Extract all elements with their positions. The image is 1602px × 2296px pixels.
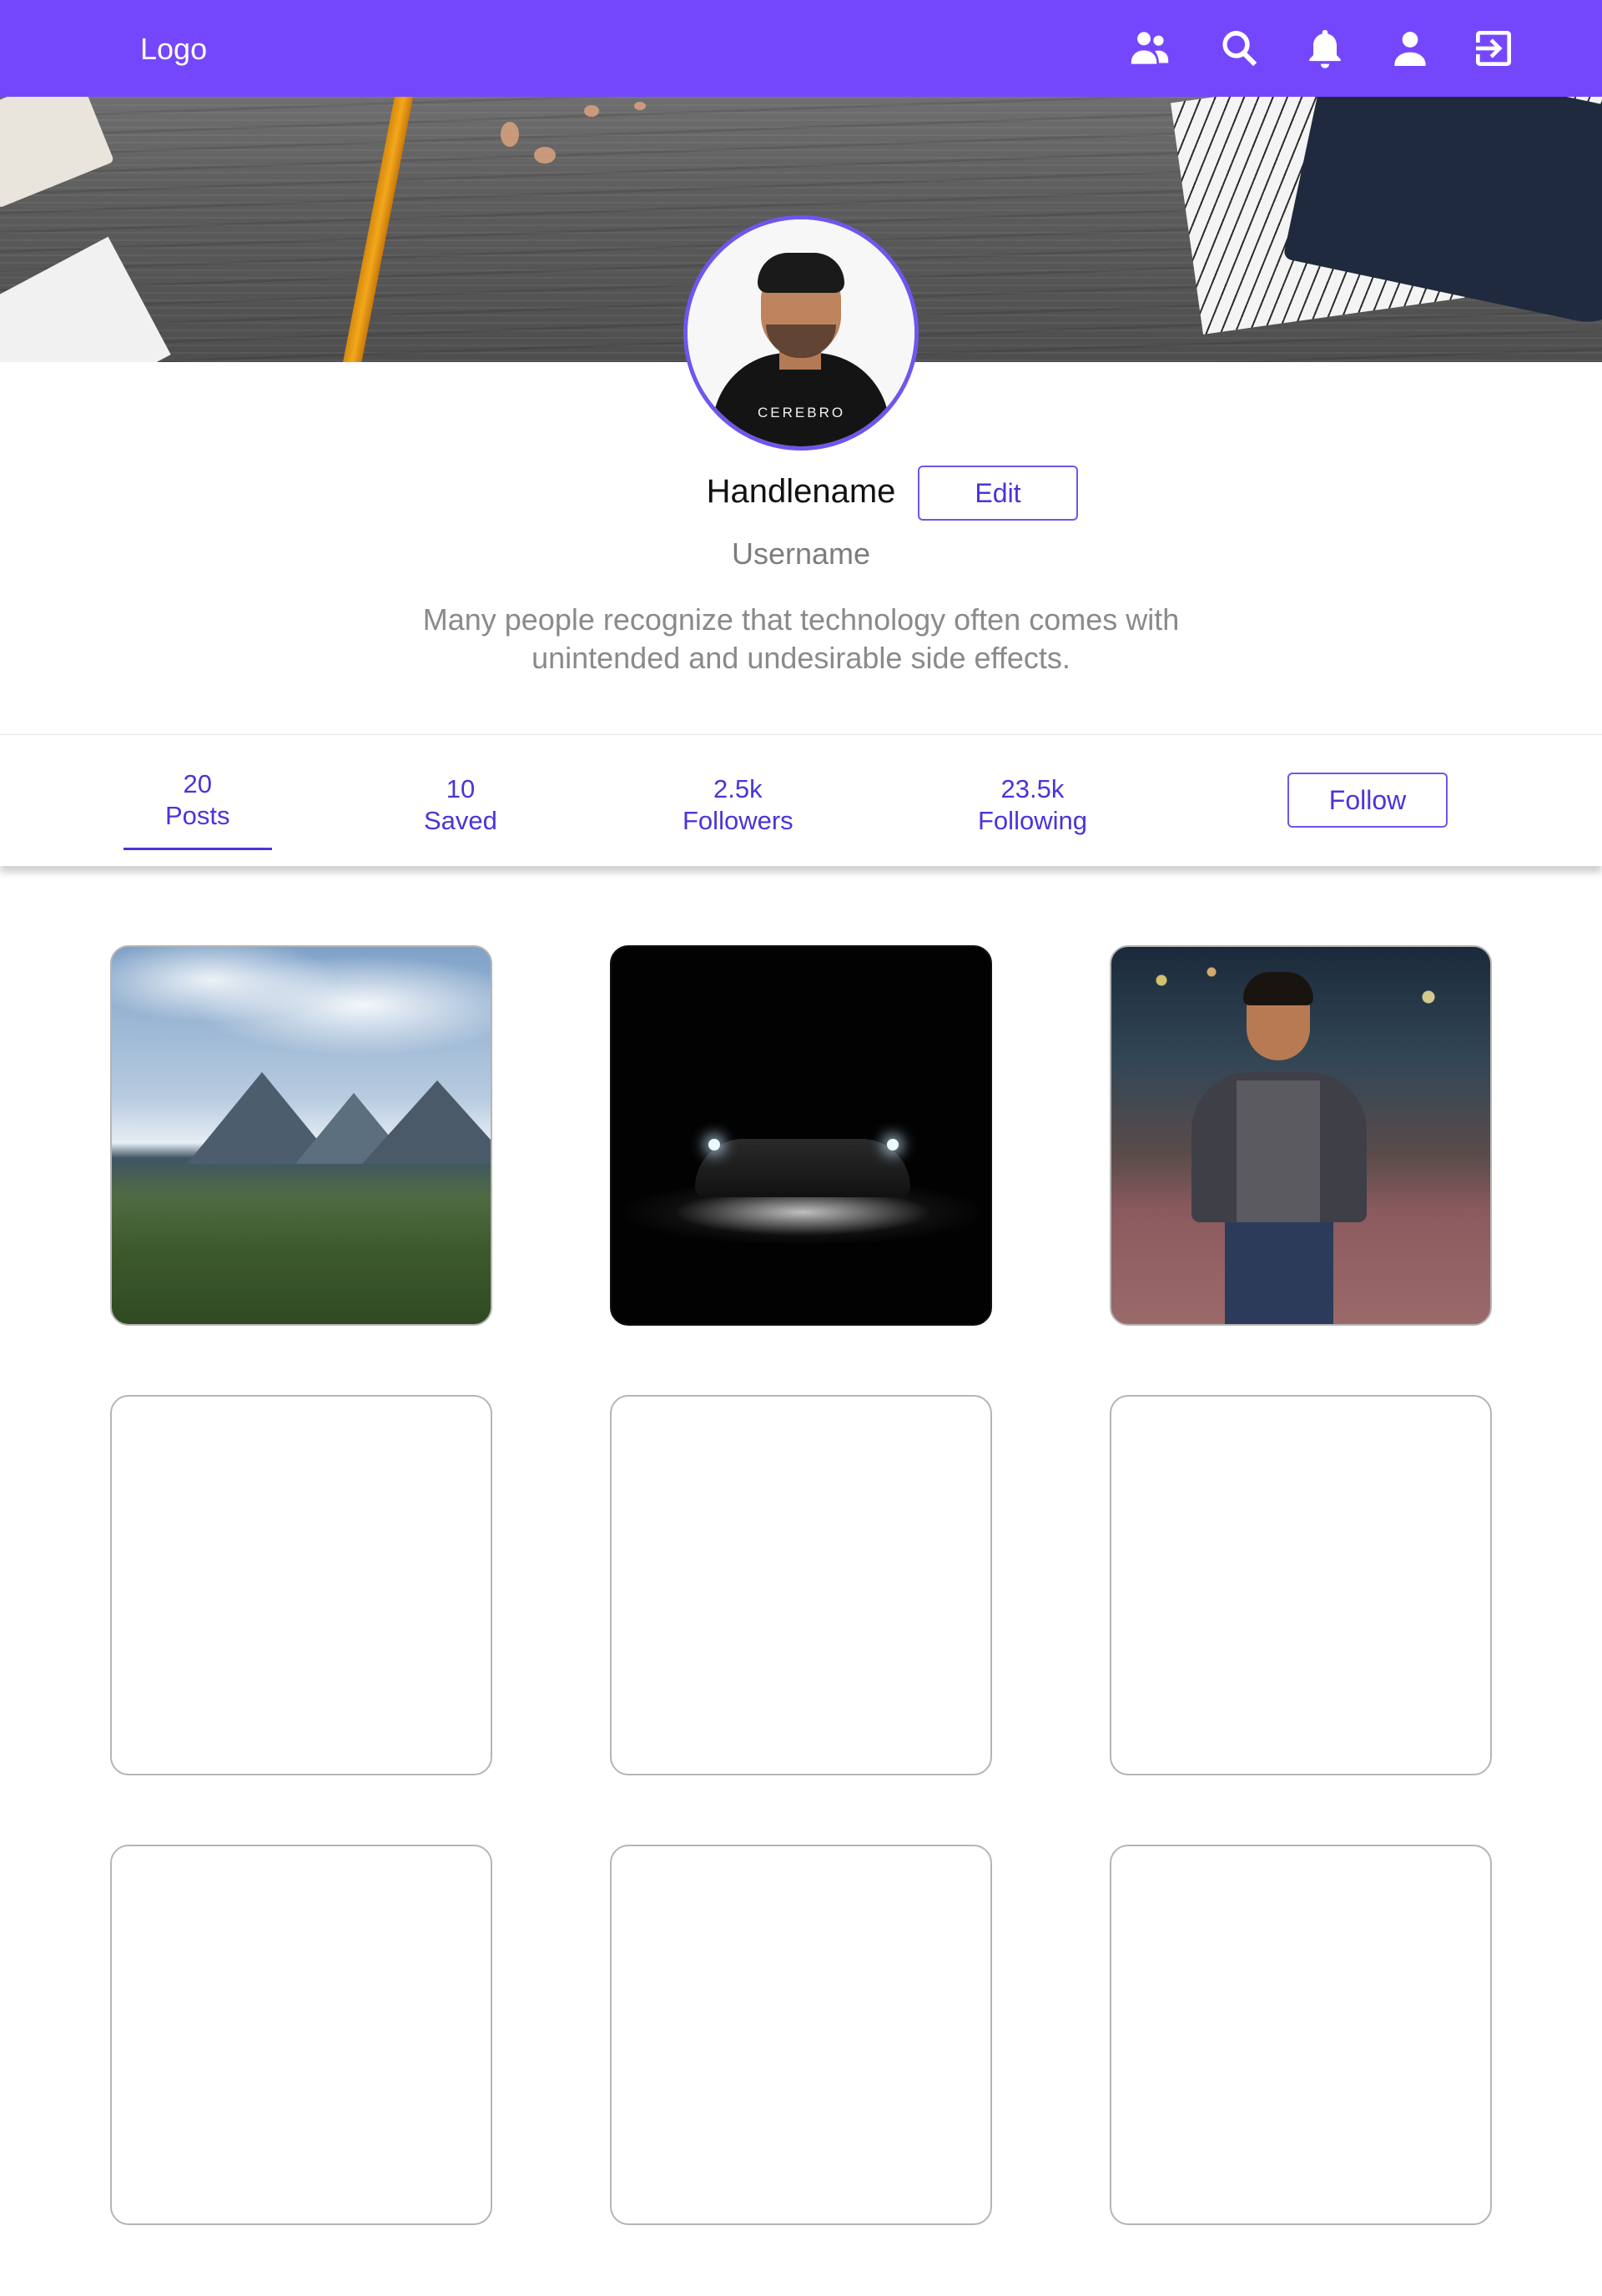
cover-shaving (501, 122, 519, 147)
post-tile-empty[interactable] (610, 1845, 992, 2225)
post-tile-empty[interactable] (110, 1395, 492, 1775)
post-tile-empty[interactable] (110, 1845, 492, 2225)
people-icon[interactable] (1125, 23, 1175, 73)
followers-count: 2.5k (713, 774, 763, 803)
cover-paper-scrap (0, 97, 115, 209)
tab-posts[interactable]: 20 Posts (123, 768, 271, 850)
avatar-tee-text: CEREBRO (758, 405, 846, 420)
cover-pencil (334, 97, 419, 362)
person-shirt (1237, 1080, 1320, 1222)
person-hair (1243, 972, 1313, 1005)
top-navbar: Logo (0, 0, 1602, 97)
bio: Many people recognize that technology of… (422, 602, 1180, 675)
cover-paper-sheet (0, 236, 171, 362)
saved-count: 10 (446, 774, 476, 803)
car-headlight-left (708, 1139, 720, 1151)
cover-shaving (584, 105, 599, 117)
post-tile-empty[interactable] (1110, 1845, 1492, 2225)
post-tile-car[interactable] (610, 945, 992, 1326)
posts-label: Posts (165, 801, 230, 830)
profile-icon[interactable] (1385, 23, 1435, 73)
bell-icon[interactable] (1300, 23, 1350, 73)
tab-following[interactable]: 23.5k Following (978, 773, 1087, 837)
avatar[interactable]: CEREBRO (683, 215, 919, 451)
post-tile-empty[interactable] (610, 1395, 992, 1775)
handlename: Handlename (706, 473, 896, 510)
posts-count: 20 (183, 769, 212, 798)
person-legs (1225, 1214, 1333, 1324)
logout-icon[interactable] (1468, 23, 1519, 73)
post-tile-person[interactable] (1110, 945, 1492, 1326)
avatar-hair (758, 253, 844, 293)
logo[interactable]: Logo (140, 32, 207, 67)
tab-saved[interactable]: 10 Saved (424, 773, 497, 837)
cover-shaving (534, 147, 556, 164)
cover-shaving (634, 102, 646, 110)
following-label: Following (978, 806, 1087, 835)
followers-label: Followers (683, 806, 793, 835)
mountain-peak (362, 1080, 491, 1164)
post-tile-mountains[interactable] (110, 945, 492, 1326)
edit-profile-button[interactable]: Edit (918, 466, 1078, 521)
car-headlight-right (887, 1139, 899, 1151)
following-count: 23.5k (1000, 774, 1065, 803)
post-tile-empty[interactable] (1110, 1395, 1492, 1775)
saved-label: Saved (424, 806, 497, 835)
car-body (695, 1139, 910, 1197)
follow-button[interactable]: Follow (1287, 773, 1448, 828)
tab-followers[interactable]: 2.5k Followers (683, 773, 793, 837)
search-icon[interactable] (1215, 23, 1265, 73)
username: Username (731, 536, 871, 571)
